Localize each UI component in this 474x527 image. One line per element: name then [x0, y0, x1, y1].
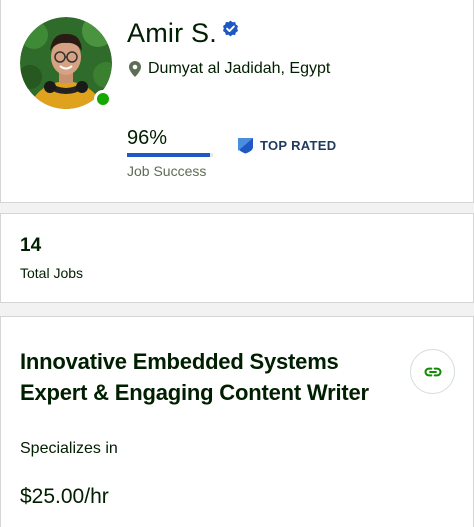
online-status-indicator — [94, 90, 112, 108]
avatar[interactable] — [20, 17, 112, 109]
job-success-score[interactable]: 96% Job Success — [127, 127, 217, 179]
top-rated-label: TOP RATED — [260, 138, 337, 153]
total-jobs-label: Total Jobs — [20, 265, 84, 281]
total-jobs-value: 14 — [20, 235, 42, 256]
job-success-bar — [127, 153, 213, 157]
top-rated-badge[interactable]: TOP RATED — [237, 137, 336, 154]
profile-name[interactable]: Amir S. — [127, 18, 217, 49]
link-icon — [424, 367, 441, 376]
hourly-rate: $25.00/hr — [20, 485, 109, 508]
location-row: Dumyat al Jadidah, Egypt — [129, 60, 330, 78]
top-rated-badge-icon — [238, 138, 253, 154]
copy-link-button[interactable] — [410, 349, 455, 394]
job-success-percent: 96% — [127, 127, 168, 149]
location-text: Dumyat al Jadidah, Egypt — [148, 60, 331, 77]
map-pin-icon — [129, 61, 141, 77]
total-jobs-card — [0, 213, 474, 303]
profile-headline: Innovative Embedded Systems Expert & Eng… — [20, 349, 369, 405]
job-success-label: Job Success — [127, 163, 207, 179]
profile-name-row: Amir S. — [127, 18, 239, 49]
verified-check-icon — [222, 20, 238, 37]
job-success-bar-fill — [127, 153, 210, 157]
specializes-in-label: Specializes in — [20, 440, 118, 457]
